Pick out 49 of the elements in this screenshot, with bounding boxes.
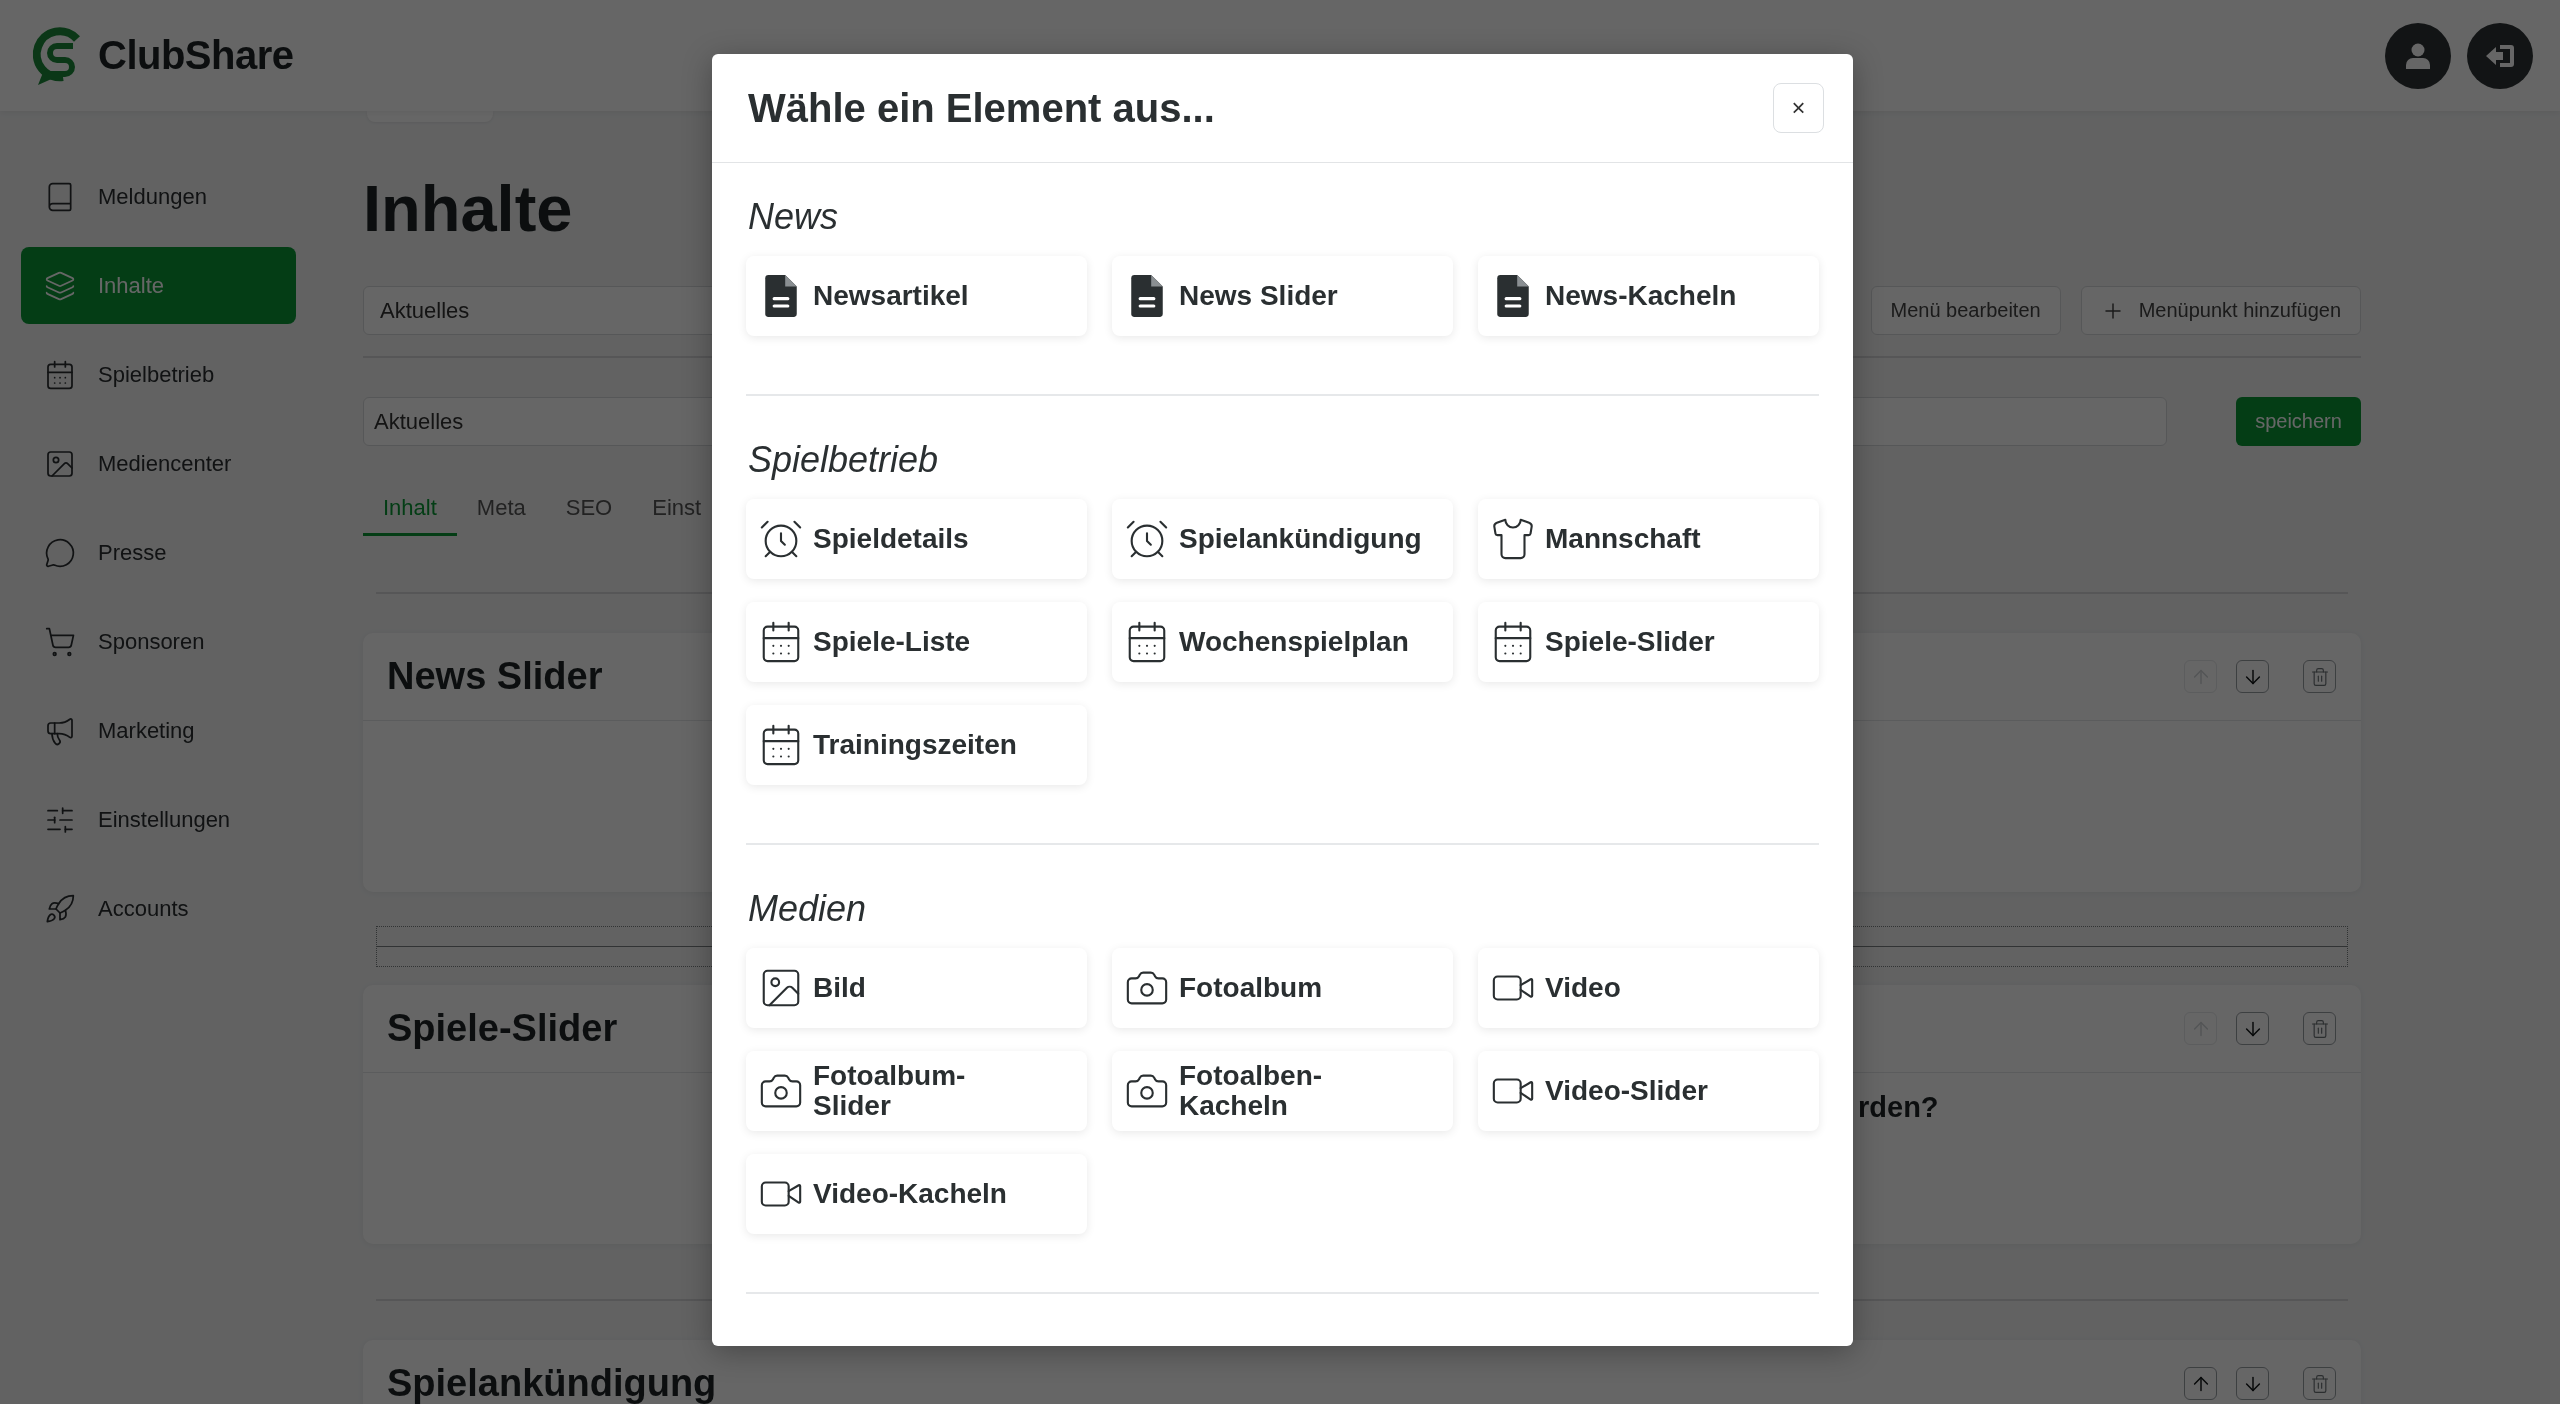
user-icon — [2406, 42, 2430, 69]
move-up-button[interactable] — [2184, 1367, 2217, 1400]
cart-icon — [44, 625, 76, 658]
speech-bubble-icon — [44, 536, 76, 569]
card-title: Spielankündigung — [387, 1362, 717, 1404]
document-icon — [1497, 275, 1529, 317]
delete-button[interactable] — [2303, 660, 2336, 693]
element-tile[interactable]: Wochenspielplan — [1112, 602, 1453, 682]
element-tile[interactable]: News-Kacheln — [1478, 256, 1819, 336]
element-tile[interactable]: Spielankündigung — [1112, 499, 1453, 579]
element-tile[interactable]: Mannschaft — [1478, 499, 1819, 579]
move-down-button[interactable] — [2236, 1367, 2269, 1400]
element-tile[interactable]: Fotoalben- Kacheln — [1112, 1051, 1453, 1132]
element-tile[interactable]: Trainingszeiten — [746, 705, 1087, 785]
delete-button[interactable] — [2303, 1012, 2336, 1045]
element-tile[interactable]: Fotoalbum — [1112, 948, 1453, 1028]
element-tile[interactable]: Newsartikel — [746, 256, 1087, 336]
move-down-button[interactable] — [2236, 660, 2269, 693]
element-tile[interactable]: Bild — [746, 948, 1087, 1028]
page-title: Inhalte — [363, 171, 573, 247]
element-tile[interactable]: Spiele-Liste — [746, 602, 1087, 682]
element-tile[interactable]: Spieldetails — [746, 499, 1087, 579]
element-tile[interactable]: Fotoalbum- Slider — [746, 1051, 1087, 1132]
modal-title: Wähle ein Element aus... — [748, 85, 1215, 131]
document-icon — [765, 275, 797, 317]
element-tile[interactable]: Spiele-Slider — [1478, 602, 1819, 682]
document-icon — [1131, 275, 1163, 317]
brand-name: ClubShare — [98, 33, 294, 78]
element-tile[interactable]: News Slider — [1112, 256, 1453, 336]
section-heading: Spielbetrieb — [748, 438, 939, 482]
move-down-button[interactable] — [2236, 1012, 2269, 1045]
card-title: News Slider — [387, 655, 603, 698]
trash-icon — [2309, 1018, 2330, 1039]
delete-button[interactable] — [2303, 1367, 2336, 1400]
layers-icon — [44, 269, 76, 302]
calendar-icon — [44, 358, 76, 391]
element-tile[interactable]: Video — [1478, 948, 1819, 1028]
rocket-icon — [44, 892, 76, 925]
card-text: rden? — [1858, 1091, 1940, 1124]
section-heading: Medien — [748, 887, 867, 931]
close-button[interactable]: × — [1773, 83, 1824, 133]
card-title: Spiele-Slider — [387, 1007, 618, 1050]
section-heading: News — [748, 195, 839, 239]
element-tile[interactable]: Video-Slider — [1478, 1051, 1819, 1132]
trash-icon — [2309, 666, 2330, 687]
trash-icon — [2309, 1373, 2330, 1394]
element-tile[interactable]: Video-Kacheln — [746, 1154, 1087, 1235]
t-shirt-icon — [1490, 516, 1536, 562]
logout-icon — [2486, 43, 2514, 68]
